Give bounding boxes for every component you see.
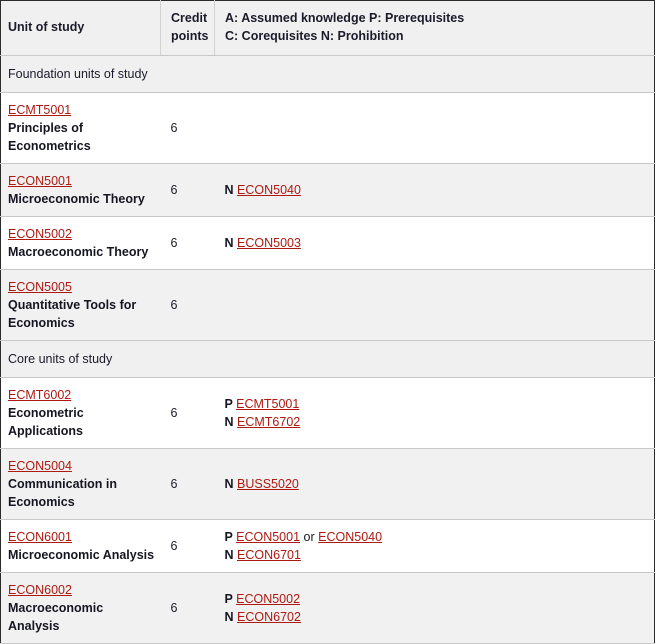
requirement-prefix: P: [224, 591, 233, 606]
table-header-row: Unit of study Credit points A: Assumed k…: [0, 0, 655, 56]
unit-cell: ECMT6002 Econometric Applications: [0, 377, 161, 449]
table-row: ECON5002 Macroeconomic Theory 6 N ECON5003: [0, 216, 655, 270]
requirement-prefix: N: [224, 235, 234, 250]
requirements-cell: [214, 92, 655, 164]
column-header-credit-line1: Credit: [171, 11, 208, 25]
credit-points-cell: 6: [160, 377, 215, 449]
requirement-line: N ECON5040: [225, 181, 649, 199]
unit-code-link[interactable]: ECON6002: [8, 581, 155, 599]
table-row: ECON6002 Macroeconomic Analysis 6 P ECON500…: [0, 572, 655, 644]
unit-code-link[interactable]: ECON5002: [8, 225, 155, 243]
unit-title: Quantitative Tools for Economics: [8, 297, 137, 330]
column-header-unit-label: Unit of study: [8, 19, 85, 34]
credit-points-cell: 6: [160, 572, 215, 644]
unit-code-link[interactable]: ECON5001: [8, 172, 155, 190]
requirements-cell: N BUSS5020: [214, 448, 655, 520]
unit-title: Microeconomic Analysis: [8, 547, 155, 562]
section-header-row: Core units of study: [0, 339, 655, 378]
requirement-unit-link[interactable]: ECMT5001: [236, 397, 299, 411]
section-title: Foundation units of study: [0, 54, 655, 93]
column-header-requirements: A: Assumed knowledge P: Prerequisites C:…: [214, 0, 655, 56]
table-body: Foundation units of study ECMT5001 Princip…: [0, 54, 655, 644]
unit-code-link[interactable]: ECMT6002: [8, 386, 155, 404]
unit-title: Macroeconomic Analysis: [8, 600, 104, 633]
requirements-cell: P ECON5002 N ECON6702: [214, 572, 655, 644]
unit-code-link[interactable]: ECON6001: [8, 528, 155, 546]
unit-title: Econometric Applications: [8, 405, 84, 438]
unit-code-link[interactable]: ECON5005: [8, 278, 155, 296]
requirement-line: P ECON5002: [225, 590, 649, 608]
requirement-line: N ECON6702: [225, 608, 649, 626]
requirement-prefix: N: [224, 476, 234, 491]
credit-points-cell: 6: [160, 448, 215, 520]
requirement-line: N BUSS5020: [225, 475, 649, 493]
requirements-cell: N ECON5040: [214, 163, 655, 217]
requirement-unit-link[interactable]: ECON5040: [237, 183, 301, 197]
unit-title: Macroeconomic Theory: [8, 244, 149, 259]
section-header-row: Foundation units of study: [0, 54, 655, 93]
section-title: Core units of study: [0, 339, 655, 378]
unit-cell: ECON5005 Quantitative Tools for Economics: [0, 269, 161, 341]
unit-cell: ECON6002 Macroeconomic Analysis: [0, 572, 161, 644]
requirement-prefix: N: [224, 547, 234, 562]
requirement-line: N ECMT6702: [225, 413, 649, 431]
credit-points-cell: 6: [160, 269, 215, 341]
credit-points-cell: 6: [160, 216, 215, 270]
requirement-unit-link[interactable]: ECON5003: [237, 236, 301, 250]
unit-title: Communication in Economics: [8, 476, 118, 509]
requirements-cell: N ECON5003: [214, 216, 655, 270]
column-header-req-line1: A: Assumed knowledge P: Prerequisites: [225, 11, 465, 25]
unit-cell: ECON6001 Microeconomic Analysis: [0, 519, 161, 573]
requirement-unit-link[interactable]: BUSS5020: [237, 477, 299, 491]
unit-code-link[interactable]: ECON5004: [8, 457, 155, 475]
column-header-credit-line2: points: [171, 28, 209, 43]
table-row: ECON6001 Microeconomic Analysis 6 P ECON500…: [0, 519, 655, 573]
unit-title: Principles of Econometrics: [8, 120, 91, 153]
table-row: ECON5004 Communication in Economics 6 N BUS…: [0, 448, 655, 520]
requirement-joiner: or: [303, 529, 315, 544]
requirements-cell: P ECON5001 or ECON5040 N ECON6701: [214, 519, 655, 573]
credit-points-cell: 6: [160, 519, 215, 573]
requirement-line: N ECON6701: [225, 546, 649, 564]
column-header-unit-of-study: Unit of study: [0, 0, 161, 56]
requirement-unit-link[interactable]: ECMT6702: [237, 415, 300, 429]
requirement-line: P ECON5001 or ECON5040: [225, 528, 649, 546]
requirement-unit-link[interactable]: ECON5040: [318, 530, 382, 544]
unit-cell: ECON5002 Macroeconomic Theory: [0, 216, 161, 270]
requirement-prefix: N: [224, 182, 234, 197]
table-head: Unit of study Credit points A: Assumed k…: [0, 0, 655, 56]
requirement-prefix: N: [224, 609, 234, 624]
requirement-unit-link[interactable]: ECON6702: [237, 610, 301, 624]
requirements-cell: [214, 269, 655, 341]
requirements-cell: P ECMT5001 N ECMT6702: [214, 377, 655, 449]
requirement-prefix: P: [224, 529, 233, 544]
requirement-prefix: N: [224, 414, 234, 429]
credit-points-cell: 6: [160, 92, 215, 164]
credit-points-cell: 6: [160, 163, 215, 217]
requirement-unit-link[interactable]: ECON5001: [236, 530, 300, 544]
unit-code-link[interactable]: ECMT5001: [8, 101, 155, 119]
table-row: ECON5005 Quantitative Tools for Economics…: [0, 269, 655, 341]
units-of-study-table: Unit of study Credit points A: Assumed k…: [0, 0, 655, 644]
column-header-req-line2: C: Corequisites N: Prohibition: [225, 28, 404, 43]
unit-cell: ECMT5001 Principles of Econometrics: [0, 92, 161, 164]
table-row: ECMT6002 Econometric Applications 6 P ECMT5…: [0, 377, 655, 449]
unit-cell: ECON5004 Communication in Economics: [0, 448, 161, 520]
unit-cell: ECON5001 Microeconomic Theory: [0, 163, 161, 217]
requirement-line: N ECON5003: [225, 234, 649, 252]
table-row: ECMT5001 Principles of Econometrics 6: [0, 92, 655, 164]
column-header-credit-points: Credit points: [160, 0, 215, 56]
requirement-unit-link[interactable]: ECON6701: [237, 548, 301, 562]
requirement-line: P ECMT5001: [225, 395, 649, 413]
requirement-prefix: P: [224, 396, 233, 411]
table-row: ECON5001 Microeconomic Theory 6 N ECON5040: [0, 163, 655, 217]
unit-title: Microeconomic Theory: [8, 191, 145, 206]
requirement-unit-link[interactable]: ECON5002: [236, 592, 300, 606]
